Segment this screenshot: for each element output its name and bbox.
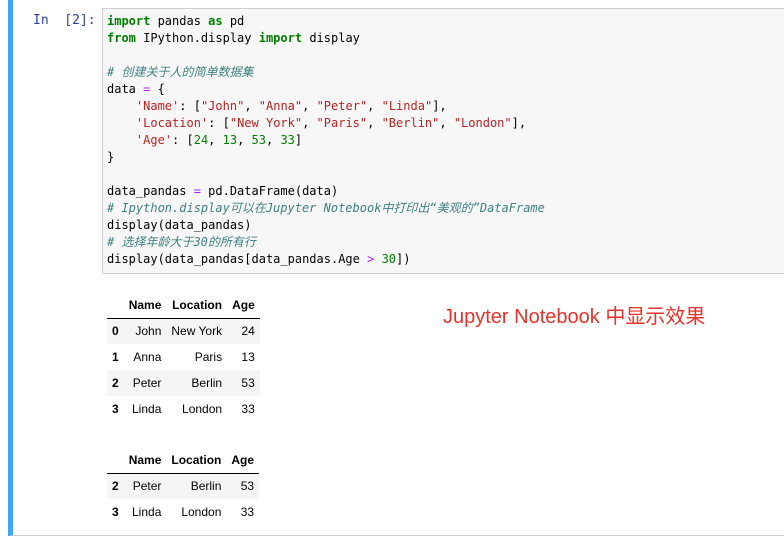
table-row: 2 Peter Berlin 53 [107,473,260,499]
row-index: 0 [112,324,119,339]
code-comment: # Ipython.display可以在Jupyter Notebook中打印出… [107,201,545,215]
column-header-name: Name [123,292,167,319]
cell-age: 33 [241,402,255,416]
table-header-row: Name Location Age [107,292,260,319]
cell-age: 13 [241,350,255,364]
cell-location: London [181,505,222,519]
cell-name: Peter [132,376,162,390]
code-line: } [107,150,115,164]
filtered-dataframe-output-table: Name Location Age 2 Peter Berlin 53 3 Li… [107,447,260,525]
cell-age: 53 [240,479,255,494]
annotation-label: Jupyter Notebook 中显示效果 [443,306,706,328]
cell-name: John [135,324,162,339]
code-line: 'Location': ["New York", "Paris", "Berli… [135,116,527,130]
column-header-age: Age [226,447,260,474]
cell-location: Berlin [191,376,223,390]
code-comment: # 创建关于人的简单数据集 [107,65,254,79]
row-index: 2 [112,376,119,390]
cell-location: Paris [194,350,223,364]
table-row: 3 Linda London 33 [107,499,259,525]
code-comment: # 选择年龄大于30的所有行 [107,235,256,249]
column-header-location: Location [166,292,228,319]
table-row: 3 Linda London 33 [107,396,260,422]
cell-age: 53 [241,376,255,390]
cell-age: 33 [240,505,255,519]
row-index: 2 [112,479,119,494]
cell-location: London [182,402,223,416]
column-header-location: Location [166,447,227,474]
cell-name: Anna [133,350,162,364]
cell-name: Linda [132,505,162,519]
code-line: 'Age': [24, 13, 53, 33] [135,133,303,147]
cell-location: New York [171,324,223,339]
column-header-age: Age [227,292,260,319]
cell-location: Berlin [190,479,222,494]
code-line: data = { [107,82,165,96]
cell-age: 24 [241,324,255,339]
code-editor[interactable]: import pandas as pd from IPython.display… [107,13,545,268]
cell-name: Peter [132,479,162,494]
code-line: from IPython.display import display [107,31,360,45]
code-line: display(data_pandas) [107,218,252,232]
code-line: 'Name': ["John", "Anna", "Peter", "Linda… [135,99,447,113]
code-line: display(data_pandas[data_pandas.Age > 30… [107,252,411,266]
index-header [107,447,124,474]
column-header-name: Name [123,447,167,474]
table-row: 0 John New York 24 [107,318,260,344]
table-header-row: Name Location Age [107,447,260,474]
table-row: 2 Peter Berlin 53 [107,370,260,396]
cell-name: Linda [132,402,162,416]
dataframe-output-table: Name Location Age 0 John New York 24 1 A… [107,292,260,422]
input-prompt: In [2]: [33,13,96,28]
row-index: 3 [112,402,119,416]
row-index: 3 [112,505,119,519]
table-row: 1 Anna Paris 13 [107,344,260,370]
code-input-area[interactable]: import pandas as pd from IPython.display… [102,8,784,274]
code-line: data_pandas = pd.DataFrame(data) [107,184,339,198]
code-line: import pandas as pd [107,14,245,28]
index-header [107,292,124,319]
row-index: 1 [112,350,119,364]
